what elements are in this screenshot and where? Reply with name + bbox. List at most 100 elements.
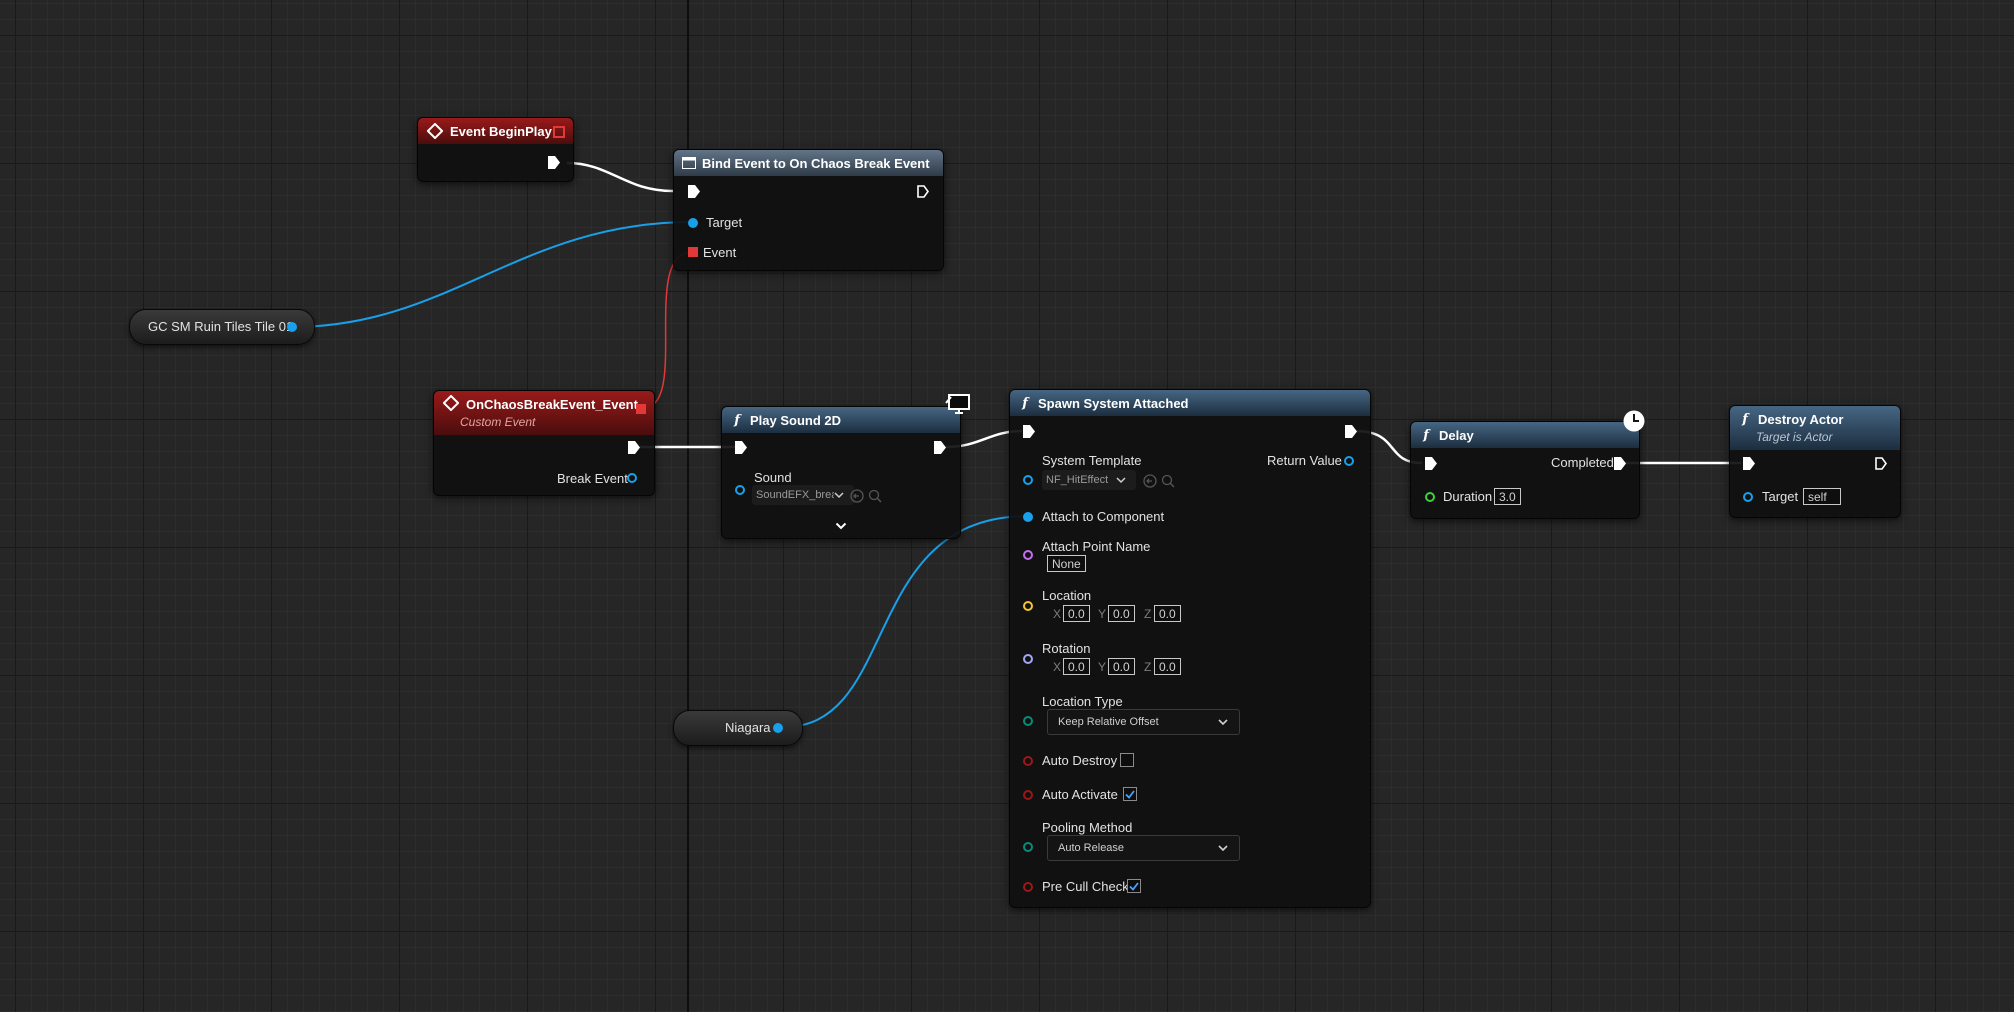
delegate-output-pin[interactable] <box>553 126 565 138</box>
location-z-field[interactable]: 0.0 <box>1154 605 1181 622</box>
attach-point-name-field[interactable]: None <box>1047 555 1086 572</box>
target-input-pin[interactable] <box>688 218 698 228</box>
node-subtitle: Custom Event <box>460 415 536 429</box>
pooling-method-pin[interactable] <box>1023 842 1033 852</box>
object-output-pin[interactable] <box>773 723 783 733</box>
auto-activate-pin[interactable] <box>1023 790 1033 800</box>
pin-label-auto-activate: Auto Activate <box>1042 787 1118 802</box>
exec-output-pin[interactable] <box>1875 457 1887 470</box>
sound-value: SoundEFX_brea <box>756 489 834 501</box>
node-event-beginplay[interactable]: Event BeginPlay <box>417 117 574 182</box>
location-x-field[interactable]: 0.0 <box>1063 605 1090 622</box>
chevron-down-icon <box>1218 719 1228 726</box>
variable-niagara[interactable]: Niagara <box>673 710 803 746</box>
chevron-down-icon <box>1116 477 1126 484</box>
exec-output-pin[interactable] <box>548 156 560 169</box>
location-type-pin[interactable] <box>1023 716 1033 726</box>
location-pin[interactable] <box>1023 601 1033 611</box>
exec-input-pin[interactable] <box>688 185 700 198</box>
browse-asset-icon[interactable] <box>1161 474 1175 488</box>
function-icon: f <box>1423 427 1429 443</box>
duration-pin[interactable] <box>1425 492 1435 502</box>
location-type-dropdown[interactable]: Keep Relative Offset <box>1047 709 1240 735</box>
event-delegate-pin[interactable] <box>688 247 698 257</box>
event-diamond-icon <box>442 394 460 412</box>
exec-input-pin[interactable] <box>1023 425 1035 438</box>
pin-label-location: Location <box>1042 588 1092 603</box>
node-header[interactable]: f Play Sound 2D <box>722 407 960 433</box>
pin-label-target: Target <box>706 215 743 230</box>
node-header[interactable]: Event BeginPlay <box>418 118 573 144</box>
axis-y-label: Y <box>1098 660 1107 674</box>
pin-label-pooling-method: Pooling Method <box>1042 820 1133 835</box>
duration-field[interactable]: 3.0 <box>1494 488 1521 505</box>
wire-object-niagara-attach <box>783 515 1029 728</box>
node-destroy-actor[interactable]: f Destroy Actor Target is Actor Target s… <box>1729 405 1901 518</box>
exec-output-pin[interactable] <box>1345 425 1357 438</box>
node-title: Event BeginPlay <box>450 123 552 139</box>
axis-y-label: Y <box>1098 607 1107 621</box>
use-asset-icon[interactable] <box>1143 474 1157 488</box>
exec-input-pin[interactable] <box>1743 457 1755 470</box>
node-chaos-break-event[interactable]: OnChaosBreakEvent_Event Custom Event Bre… <box>433 390 655 496</box>
node-title: Bind Event to On Chaos Break Event <box>702 155 930 171</box>
system-template-dropdown[interactable]: NF_HitEffect <box>1042 470 1136 490</box>
pin-label-attach-point-name: Attach Point Name <box>1042 539 1151 554</box>
node-header[interactable]: f Delay <box>1411 422 1639 448</box>
pre-cull-check-pin[interactable] <box>1023 882 1033 892</box>
auto-destroy-pin[interactable] <box>1023 756 1033 766</box>
pre-cull-check-checkbox[interactable] <box>1127 879 1141 893</box>
checkmark-icon <box>1129 881 1139 891</box>
node-play-sound-2d[interactable]: f Play Sound 2D Sound SoundEFX_brea <box>721 406 961 539</box>
event-diamond-icon <box>426 122 444 140</box>
target-self-field[interactable]: self <box>1803 488 1841 505</box>
chevron-down-icon <box>1218 845 1228 852</box>
exec-output-pin[interactable] <box>1614 457 1626 470</box>
node-spawn-system-attached[interactable]: f Spawn System Attached System Template … <box>1009 389 1371 908</box>
delegate-output-pin[interactable] <box>636 404 646 414</box>
rotation-x-field[interactable]: 0.0 <box>1063 658 1090 675</box>
auto-destroy-checkbox[interactable] <box>1120 753 1134 767</box>
pin-label-pre-cull-check: Pre Cull Check <box>1042 879 1129 894</box>
node-delay[interactable]: f Delay Completed Duration 3.0 <box>1410 421 1640 519</box>
rotation-z-field[interactable]: 0.0 <box>1154 658 1181 675</box>
wires-layer <box>291 161 1741 728</box>
system-template-pin[interactable] <box>1023 475 1033 485</box>
axis-x-label: X <box>1053 607 1062 621</box>
exec-output-pin[interactable] <box>917 185 929 198</box>
attach-to-component-pin[interactable] <box>1023 512 1033 522</box>
wire-delegate-chaos-event <box>642 251 693 409</box>
node-subtitle: Target is Actor <box>1756 430 1833 444</box>
node-header[interactable]: Bind Event to On Chaos Break Event <box>674 150 943 176</box>
break-event-output-pin[interactable] <box>627 473 637 483</box>
return-value-pin[interactable] <box>1344 456 1354 466</box>
object-output-pin[interactable] <box>287 322 297 332</box>
variable-gc-tile[interactable]: GC SM Ruin Tiles Tile 01 <box>129 309 315 345</box>
pin-label-location-type: Location Type <box>1042 694 1123 709</box>
node-header[interactable]: f Spawn System Attached <box>1010 390 1370 416</box>
sound-input-pin[interactable] <box>735 485 745 495</box>
pin-label-event: Event <box>703 245 737 260</box>
location-y-field[interactable]: 0.0 <box>1108 605 1135 622</box>
exec-output-pin[interactable] <box>628 441 640 454</box>
auto-activate-checkbox[interactable] <box>1123 787 1137 801</box>
exec-input-pin[interactable] <box>1425 457 1437 470</box>
pooling-method-dropdown[interactable]: Auto Release <box>1047 835 1240 861</box>
node-header[interactable]: f Destroy Actor Target is Actor <box>1730 406 1900 450</box>
exec-output-pin[interactable] <box>934 441 946 454</box>
browse-asset-icon[interactable] <box>868 489 882 503</box>
sound-asset-dropdown[interactable]: SoundEFX_brea <box>752 485 854 505</box>
node-bind-event[interactable]: Bind Event to On Chaos Break Event Targe… <box>673 149 944 271</box>
exec-input-pin[interactable] <box>735 441 747 454</box>
target-input-pin[interactable] <box>1743 492 1753 502</box>
rotation-pin[interactable] <box>1023 654 1033 664</box>
pin-label-attach-to-component: Attach to Component <box>1042 509 1165 524</box>
axis-z-label: Z <box>1144 660 1152 674</box>
pin-label-break-event: Break Event <box>557 471 628 486</box>
use-asset-icon[interactable] <box>850 489 864 503</box>
wire-object-tile-target <box>291 221 693 328</box>
rotation-y-field[interactable]: 0.0 <box>1108 658 1135 675</box>
node-header[interactable]: OnChaosBreakEvent_Event Custom Event <box>434 391 654 435</box>
expand-chevron-icon[interactable] <box>835 522 847 530</box>
attach-point-name-pin[interactable] <box>1023 550 1033 560</box>
